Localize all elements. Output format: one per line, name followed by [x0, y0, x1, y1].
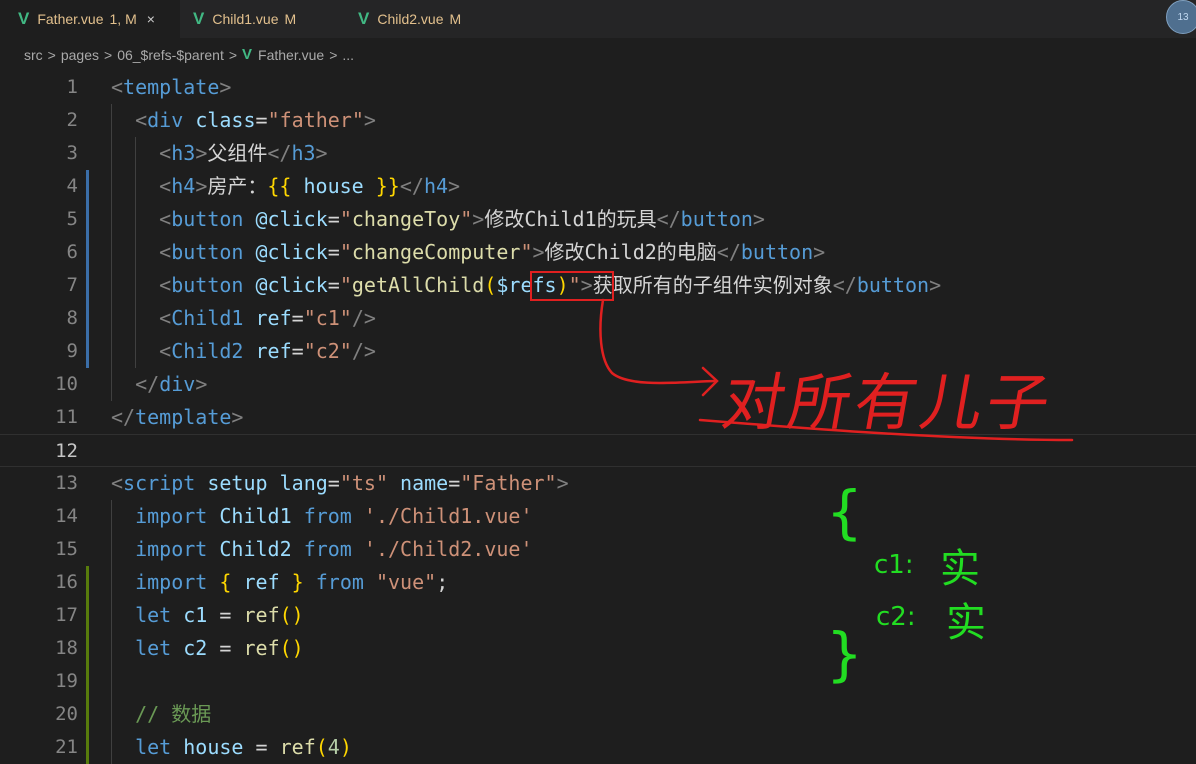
arrow-stroke: [599, 298, 717, 385]
annotation-c1-key: c1:: [874, 550, 914, 580]
annotation-note: 对所有儿子: [716, 366, 1060, 439]
annotation-brace-close: }: [826, 620, 863, 688]
annotation-brace-open: {: [826, 478, 863, 546]
annotation-c2-key: c2:: [876, 602, 916, 632]
annotation-c2-value: 实: [946, 600, 986, 646]
annotation-c1-value: 实: [940, 546, 980, 592]
